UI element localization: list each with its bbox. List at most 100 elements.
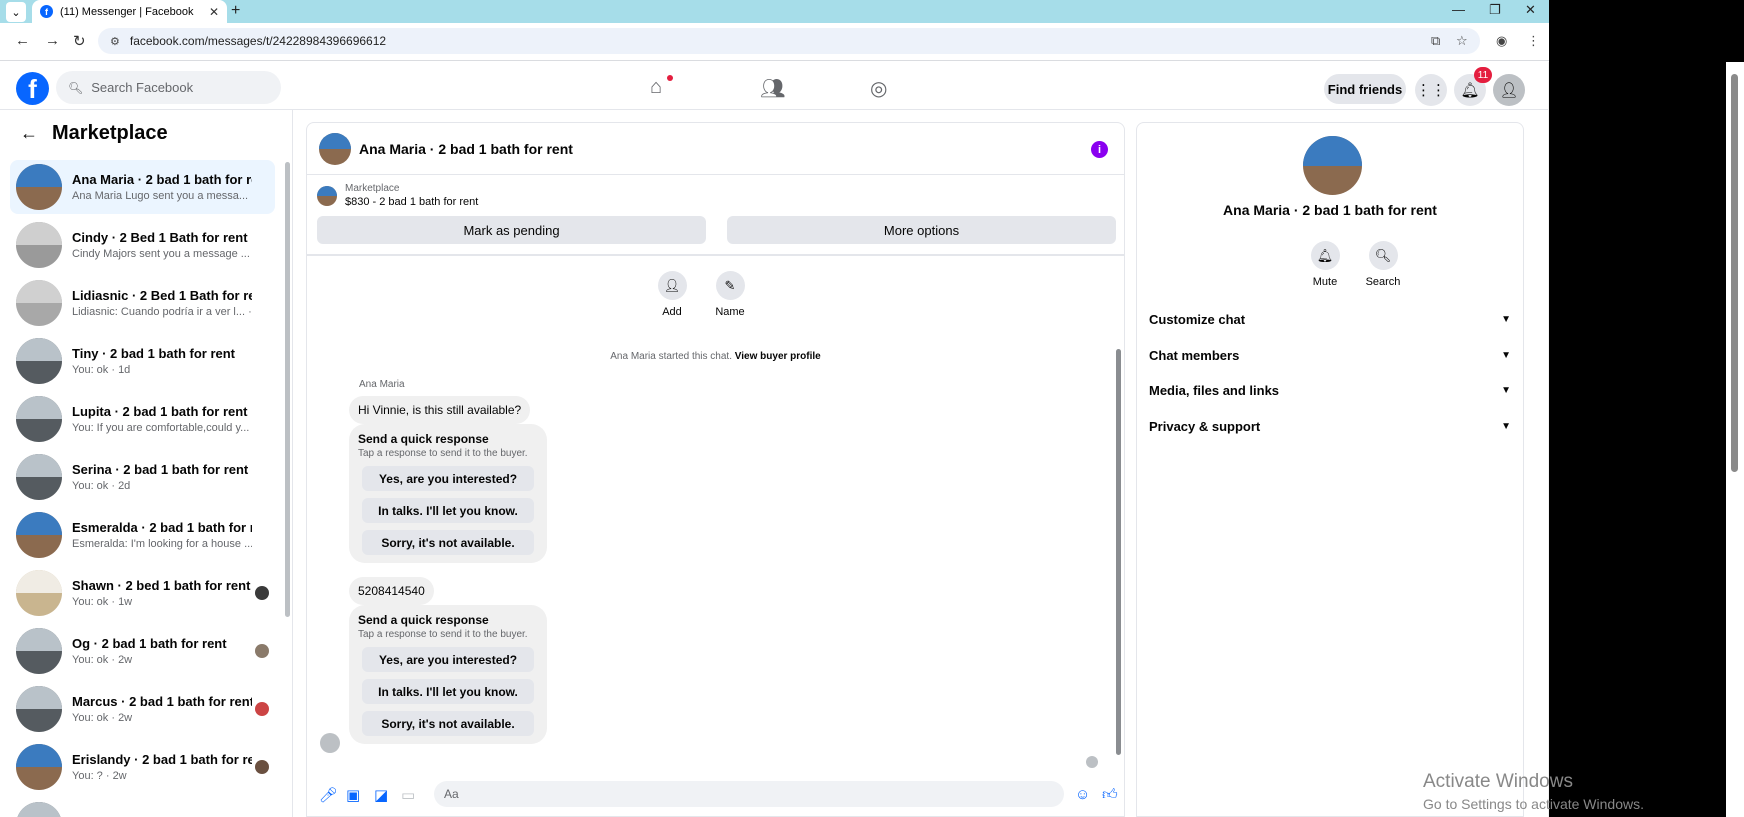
conversation-item[interactable]: Og · 2 bad 1 bath for rent You: ok · 2w — [10, 624, 275, 678]
back-arrow-icon[interactable]: ← — [15, 32, 30, 49]
conversation-item[interactable]: Lupita · 2 bad 1 bath for rent You: If yo… — [10, 392, 275, 446]
conversation-item[interactable]: Shawn · 2 bed 1 bath for rent You: ok · 1… — [10, 566, 275, 620]
emoji-icon[interactable]: ☺ — [1075, 786, 1090, 803]
tab-close-icon[interactable]: ✕ — [209, 5, 219, 19]
conversation-list-scrollbar[interactable] — [285, 162, 290, 617]
thumbs-up-icon[interactable]: 👍︎ — [1102, 786, 1118, 804]
close-window-icon[interactable]: ✕ — [1525, 2, 1536, 18]
listing-row[interactable]: Marketplace $830 - 2 bad 1 bath for rent — [317, 183, 478, 208]
chat-info-icon[interactable]: i — [1091, 141, 1108, 158]
conversation-item[interactable]: Cindy · 2 Bed 1 Bath for rent Cindy Major… — [10, 218, 275, 272]
conversation-item[interactable]: Esmeralda · 2 bad 1 bath for rent Esmeral… — [10, 508, 275, 562]
view-buyer-profile-link[interactable]: View buyer profile — [735, 351, 821, 362]
notification-count-badge: 11 — [1474, 67, 1492, 83]
search-action[interactable]: 🔍︎ Search — [1358, 241, 1408, 288]
name-label: Name — [715, 306, 745, 318]
facebook-logo-icon[interactable]: f — [16, 72, 49, 105]
groups-icon[interactable]: ◎ — [870, 76, 887, 101]
chevron-down-icon: ▼ — [1501, 349, 1511, 361]
microphone-icon[interactable]: 🎤︎ — [319, 786, 338, 804]
search-placeholder: Search Facebook — [91, 80, 194, 95]
tab-search-chevron-icon[interactable]: ⌄ — [6, 2, 26, 22]
account-avatar-icon[interactable]: 👤︎ — [1493, 74, 1525, 106]
privacy-support-row[interactable]: Privacy & support ▼ — [1149, 411, 1511, 441]
quick-response-sorry-button[interactable]: Sorry, it's not available. — [362, 711, 534, 736]
bell-icon: 🔔︎ — [1310, 241, 1340, 270]
restore-icon[interactable]: ❐ — [1489, 2, 1501, 18]
conversation-item[interactable]: Ana Maria · 2 bad 1 bath for rent Ana Mar… — [10, 160, 275, 214]
outer-scrollbar-thumb[interactable] — [1731, 74, 1738, 472]
gif-icon[interactable]: ▭ — [401, 786, 415, 804]
chat-avatar[interactable] — [319, 132, 351, 165]
find-friends-button[interactable]: Find friends — [1324, 74, 1406, 104]
home-icon[interactable]: ⌂ — [650, 76, 662, 99]
marketplace-header: ← Marketplace — [20, 122, 168, 145]
quick-response-talks-button[interactable]: In talks. I'll let you know. — [362, 498, 534, 523]
conversation-item[interactable]: Lidiasnic · 2 Bed 1 Bath for rent Lidiasn… — [10, 276, 275, 330]
sender-avatar — [320, 733, 340, 753]
profile-icon[interactable]: ◉ — [1496, 33, 1507, 49]
forward-arrow-icon[interactable]: → — [45, 32, 60, 49]
seen-avatar — [255, 586, 269, 600]
site-info-icon[interactable]: ⚙ — [110, 35, 120, 48]
conversation-item[interactable]: Tanzania · 2 bad 1 bath for rent — [10, 798, 275, 817]
message-input[interactable]: Aa — [434, 781, 1064, 807]
seen-avatar — [255, 702, 269, 716]
address-bar-row: ← → ↻ ⚙ facebook.com/messages/t/24228984… — [0, 23, 1549, 61]
chat-title[interactable]: Ana Maria · 2 bad 1 bath for rent — [359, 141, 573, 157]
quick-response-subtitle: Tap a response to send it to the buyer. — [358, 448, 528, 459]
reload-icon[interactable]: ↻ — [73, 32, 86, 50]
browser-menu-icon[interactable]: ⋮ — [1527, 33, 1540, 49]
quick-response-yes-button[interactable]: Yes, are you interested? — [362, 647, 534, 672]
conversation-name: Serina · 2 bad 1 bath for rent — [72, 462, 249, 477]
conversation-item[interactable]: Erislandy · 2 bad 1 bath for rent You: ? … — [10, 740, 275, 794]
chat-scrollbar-thumb[interactable] — [1116, 349, 1121, 755]
url-field[interactable]: ⚙ facebook.com/messages/t/24228984396696… — [98, 28, 1480, 54]
new-tab-button[interactable]: + — [231, 2, 240, 20]
sticker-icon[interactable]: ◪ — [374, 786, 388, 804]
conversation-item[interactable]: Tiny · 2 bad 1 bath for rent You: ok · 1d — [10, 334, 275, 388]
facebook-search-input[interactable]: 🔍︎ Search Facebook — [56, 71, 281, 104]
minimize-icon[interactable]: — — [1452, 2, 1465, 17]
contact-avatar[interactable] — [1303, 136, 1362, 195]
activate-windows-title: Activate Windows — [1423, 771, 1573, 792]
conversation-snippet: You: ok · 1d — [72, 364, 131, 376]
chat-info-panel: Ana Maria · 2 bad 1 bath for rent 🔔︎ Mut… — [1136, 122, 1524, 817]
more-options-button[interactable]: More options — [727, 216, 1116, 244]
search-label: Search — [1365, 276, 1401, 288]
quick-response-subtitle: Tap a response to send it to the buyer. — [358, 629, 528, 640]
customize-chat-row[interactable]: Customize chat ▼ — [1149, 304, 1511, 334]
add-label: Add — [662, 306, 682, 318]
photo-icon[interactable]: ▣ — [346, 786, 360, 804]
quick-response-talks-button[interactable]: In talks. I'll let you know. — [362, 679, 534, 704]
friends-icon[interactable]: 👥︎ — [760, 76, 785, 101]
message-bubble: Hi Vinnie, is this still available? — [349, 396, 531, 424]
chevron-down-icon: ▼ — [1501, 384, 1511, 396]
name-chat-action[interactable]: ✎ Name — [700, 271, 760, 318]
browser-tab[interactable]: f (11) Messenger | Facebook ✕ — [32, 0, 227, 23]
bookmark-star-icon[interactable]: ☆ — [1456, 33, 1468, 49]
quick-response-sorry-button[interactable]: Sorry, it's not available. — [362, 530, 534, 555]
media-files-links-row[interactable]: Media, files and links ▼ — [1149, 375, 1511, 405]
quick-response-card: Send a quick response Tap a response to … — [349, 605, 547, 744]
conversation-item[interactable]: Serina · 2 bad 1 bath for rent You: ok · … — [10, 450, 275, 504]
page-scrollbar[interactable] — [1548, 62, 1549, 817]
chat-panel: Ana Maria · 2 bad 1 bath for rent i Mark… — [306, 122, 1125, 817]
back-arrow-icon[interactable]: ← — [20, 123, 38, 144]
install-app-icon[interactable]: ⧉ — [1431, 33, 1440, 49]
mark-as-pending-button[interactable]: Mark as pending — [317, 216, 706, 244]
add-person-action[interactable]: 👤︎ Add — [642, 271, 702, 318]
listing-thumbnail — [317, 185, 337, 206]
conversation-snippet: You: ok · 2w — [72, 654, 133, 666]
quick-response-card: Send a quick response Tap a response to … — [349, 424, 547, 563]
menu-grid-icon[interactable]: ⋮⋮ — [1415, 74, 1447, 106]
chat-members-row[interactable]: Chat members ▼ — [1149, 340, 1511, 370]
conversation-name: Marcus · 2 bad 1 bath for rent — [72, 694, 252, 709]
conversation-item[interactable]: Marcus · 2 bad 1 bath for rent You: ok · … — [10, 682, 275, 736]
quick-response-yes-button[interactable]: Yes, are you interested? — [362, 466, 534, 491]
mute-action[interactable]: 🔔︎ Mute — [1300, 241, 1350, 288]
chevron-down-icon: ▼ — [1501, 420, 1511, 432]
conversation-avatar — [16, 454, 62, 500]
tab-title: (11) Messenger | Facebook — [60, 5, 194, 18]
pencil-icon: ✎ — [715, 271, 745, 300]
